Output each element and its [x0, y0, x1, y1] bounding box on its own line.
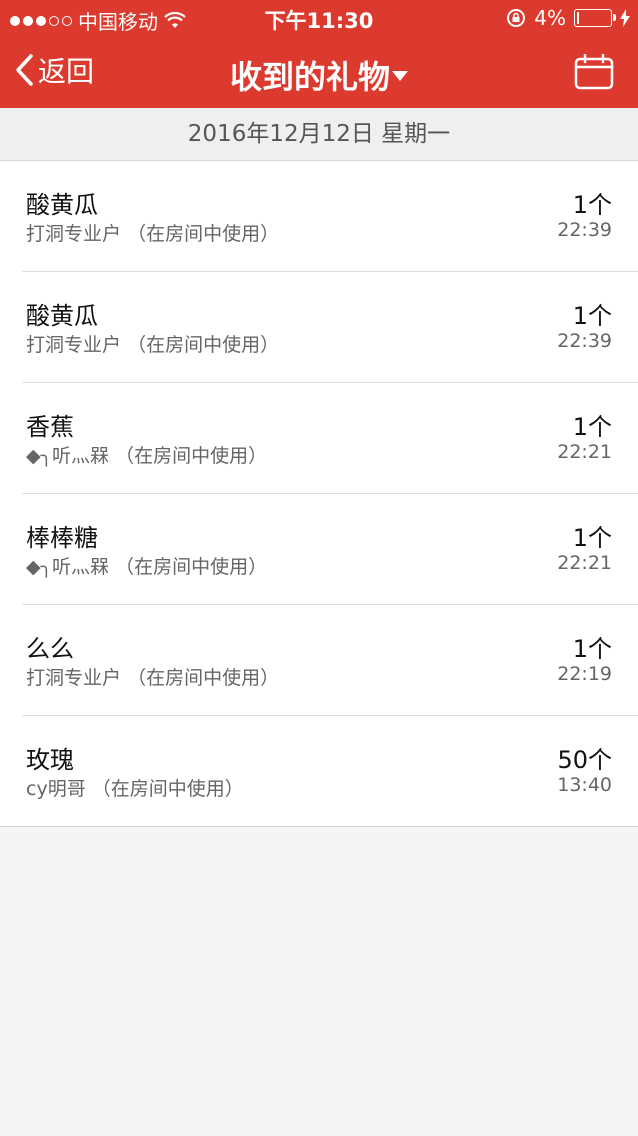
- top-bar: 中国移动 下午11:30 4% 返回 收到的礼物: [0, 0, 638, 108]
- battery-percent: 4%: [534, 6, 566, 30]
- status-bar: 中国移动 下午11:30 4%: [0, 0, 638, 36]
- sender-name: ◆╮听灬槑: [26, 445, 110, 467]
- usage-note: （在房间中使用）: [91, 778, 244, 800]
- caret-down-icon: [392, 71, 408, 81]
- list-item[interactable]: 棒棒糖 ◆╮听灬槑 （在房间中使用） 1个 22:21: [22, 494, 638, 605]
- sender-name: 打洞专业户: [26, 334, 122, 356]
- gift-time: 22:21: [557, 552, 612, 574]
- battery-icon: [574, 9, 616, 27]
- gift-sender: 打洞专业户 （在房间中使用）: [26, 330, 279, 357]
- gift-list: 酸黄瓜 打洞专业户 （在房间中使用） 1个 22:39 酸黄瓜 打洞专业户 （在…: [0, 161, 638, 827]
- gift-time: 13:40: [557, 774, 612, 796]
- gift-sender: ◆╮听灬槑 （在房间中使用）: [26, 552, 267, 579]
- usage-note: （在房间中使用）: [115, 556, 268, 578]
- navigation-bar: 返回 收到的礼物: [0, 36, 638, 108]
- status-right: 4%: [506, 6, 630, 30]
- gift-count: 1个: [572, 302, 612, 330]
- calendar-icon: [574, 53, 614, 90]
- gift-count: 1个: [572, 191, 612, 219]
- sender-name: cy明哥: [26, 778, 86, 800]
- gift-time: 22:19: [557, 663, 612, 685]
- gift-name: 香蕉: [26, 413, 74, 441]
- gift-time: 22:39: [557, 219, 612, 241]
- gift-time: 22:21: [557, 441, 612, 463]
- charging-icon: [620, 9, 630, 27]
- list-item[interactable]: 香蕉 ◆╮听灬槑 （在房间中使用） 1个 22:21: [22, 383, 638, 494]
- list-item[interactable]: 酸黄瓜 打洞专业户 （在房间中使用） 1个 22:39: [22, 272, 638, 383]
- usage-note: （在房间中使用）: [127, 334, 280, 356]
- gift-name: 么么: [26, 635, 74, 663]
- list-item[interactable]: 玫瑰 cy明哥 （在房间中使用） 50个 13:40: [22, 716, 638, 826]
- gift-count: 1个: [572, 413, 612, 441]
- gift-sender: 打洞专业户 （在房间中使用）: [26, 219, 279, 246]
- gift-sender: ◆╮听灬槑 （在房间中使用）: [26, 441, 267, 468]
- date-header: 2016年12月12日 星期一: [0, 108, 638, 161]
- gift-time: 22:39: [557, 330, 612, 352]
- gift-sender: cy明哥 （在房间中使用）: [26, 774, 244, 801]
- usage-note: （在房间中使用）: [127, 667, 280, 689]
- usage-note: （在房间中使用）: [115, 445, 268, 467]
- title-dropdown[interactable]: 收到的礼物: [0, 52, 638, 98]
- calendar-button[interactable]: [574, 53, 614, 94]
- usage-note: （在房间中使用）: [127, 223, 280, 245]
- list-item[interactable]: 么么 打洞专业户 （在房间中使用） 1个 22:19: [22, 605, 638, 716]
- gift-count: 50个: [557, 746, 612, 774]
- sender-name: ◆╮听灬槑: [26, 556, 110, 578]
- gift-name: 酸黄瓜: [26, 191, 98, 219]
- gift-name: 玫瑰: [26, 746, 74, 774]
- gift-name: 酸黄瓜: [26, 302, 98, 330]
- page-title: 收到的礼物: [229, 58, 390, 96]
- gift-count: 1个: [572, 524, 612, 552]
- sender-name: 打洞专业户: [26, 667, 122, 689]
- sender-name: 打洞专业户: [26, 223, 122, 245]
- gift-name: 棒棒糖: [26, 524, 98, 552]
- gift-sender: 打洞专业户 （在房间中使用）: [26, 663, 279, 690]
- rotation-lock-icon: [507, 9, 526, 27]
- gift-count: 1个: [572, 635, 612, 663]
- list-item[interactable]: 酸黄瓜 打洞专业户 （在房间中使用） 1个 22:39: [22, 161, 638, 272]
